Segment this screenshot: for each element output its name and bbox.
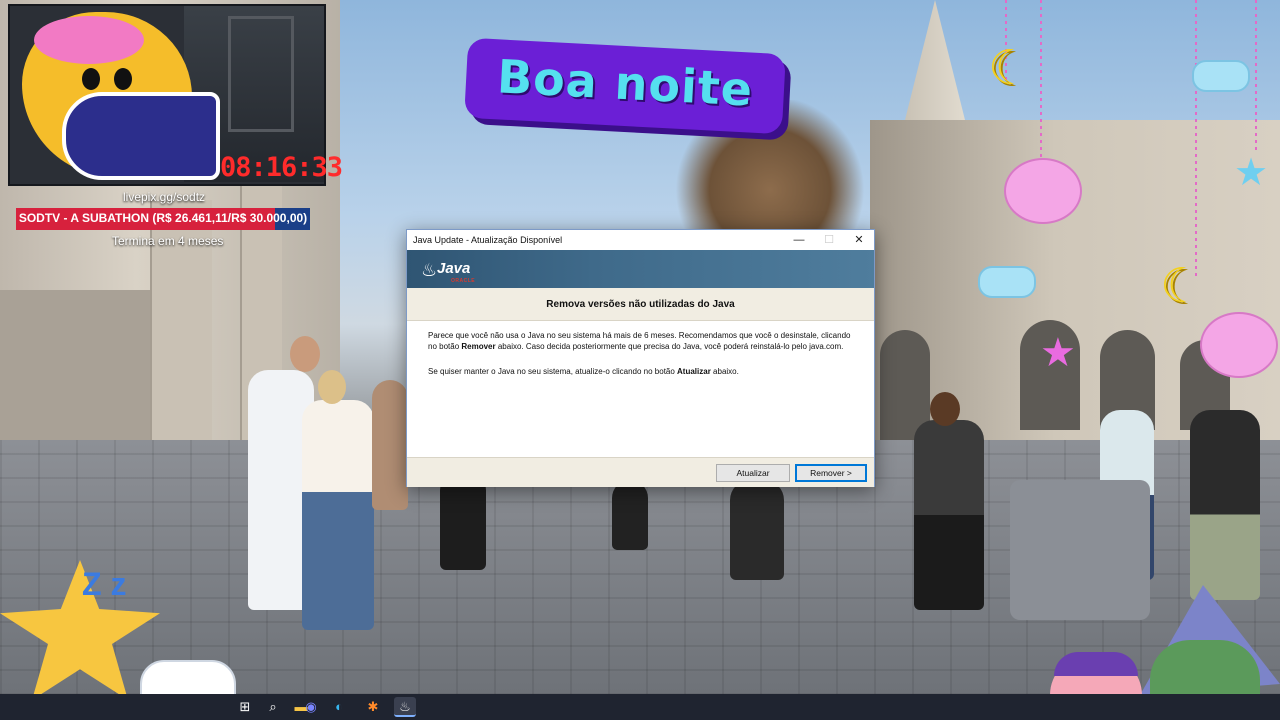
cloud-icon xyxy=(1192,60,1250,92)
person xyxy=(1190,410,1260,600)
dialog-subheader: Remova versões não utilizadas do Java xyxy=(407,288,874,321)
remove-button[interactable]: Remover > xyxy=(795,464,867,482)
shelf xyxy=(228,16,294,132)
star-icon: ★ xyxy=(1234,150,1269,194)
moon-icon: ☾ xyxy=(988,40,1032,96)
sheep-icon xyxy=(1004,158,1082,224)
close-button[interactable]: ✕ xyxy=(844,230,874,250)
webcam-frame: 08:16:33 xyxy=(8,4,343,186)
cloud-icon xyxy=(978,266,1036,298)
dialog-title: Java Update - Atualização Disponível xyxy=(413,235,563,245)
goal-label: SODTV - A SUBATHON (R$ 26.461,11/R$ 30.0… xyxy=(18,211,308,225)
sheep-icon xyxy=(1200,312,1278,378)
minimize-button[interactable]: — xyxy=(784,230,814,250)
taskbar: ⊞ ⌕ ▬ ◉ ◐ ✱ ♨ xyxy=(0,694,1280,720)
person xyxy=(914,420,984,610)
java-logo: ♨ Java ORACLE xyxy=(421,254,483,284)
java-update-dialog: Java Update - Atualização Disponível — ☐… xyxy=(406,229,875,487)
java-icon[interactable]: ♨ xyxy=(394,697,416,717)
paragraph-update: Se quiser manter o Java no seu sistema, … xyxy=(428,367,739,376)
search-icon[interactable]: ⌕ xyxy=(262,697,284,717)
sleepy-mascot-avatar xyxy=(22,12,220,180)
dialog-heading: Remova versões não utilizadas do Java xyxy=(546,299,735,310)
person xyxy=(612,480,648,550)
paragraph-remove: Parece que você não usa o Java no seu si… xyxy=(428,331,851,351)
edge-icon[interactable]: ◐ xyxy=(328,697,350,717)
stroller xyxy=(1010,480,1150,620)
discord-icon[interactable]: ◉ xyxy=(300,697,322,717)
greeting-wordart: Boa noite xyxy=(464,37,786,135)
maximize-button: ☐ xyxy=(824,234,834,246)
dialog-titlebar[interactable]: Java Update - Atualização Disponível — ☐… xyxy=(407,230,874,250)
church-tower xyxy=(900,0,970,140)
star-icon: ★ xyxy=(1040,330,1076,376)
dialog-footer: Atualizar Remover > xyxy=(407,457,874,487)
nightcap xyxy=(1054,652,1138,676)
subathon-goal-bar: SODTV - A SUBATHON (R$ 26.461,11/R$ 30.0… xyxy=(16,208,310,230)
goal-subtext: Termina em 4 meses xyxy=(112,234,224,248)
start-icon[interactable]: ⊞ xyxy=(234,697,256,717)
livepix-link: livepix.gg/sodtz xyxy=(123,190,206,204)
person xyxy=(302,400,374,630)
dialog-body: Parece que você não usa o Java no seu si… xyxy=(428,330,856,391)
person xyxy=(372,380,408,510)
java-wordmark: Java xyxy=(437,260,471,277)
update-button[interactable]: Atualizar xyxy=(716,464,790,482)
sleep-zz-icon: Z z xyxy=(82,566,127,602)
java-banner: ♨ Java ORACLE xyxy=(407,250,874,288)
moon-icon: ☾ xyxy=(1160,258,1204,314)
person xyxy=(730,480,784,580)
java-cup-icon: ♨ xyxy=(421,260,438,280)
oracle-wordmark: ORACLE xyxy=(451,278,476,284)
greeting-text: Boa noite xyxy=(495,49,755,117)
stream-timer: 08:16:33 xyxy=(220,152,343,183)
tool-icon[interactable]: ✱ xyxy=(362,697,384,717)
